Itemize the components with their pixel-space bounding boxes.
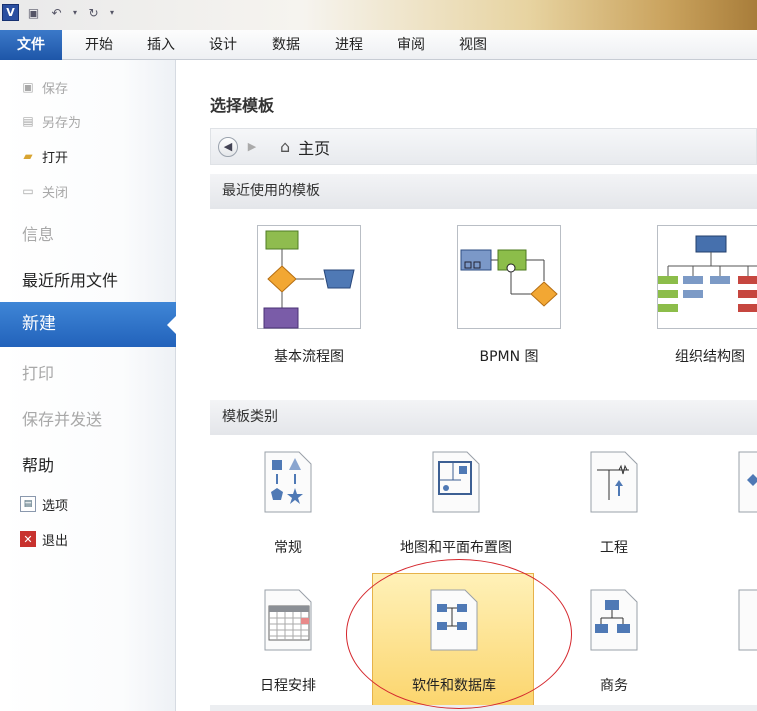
category-general-label: 常规 [274, 540, 302, 556]
category-maps-label: 地图和平面布置图 [400, 540, 512, 556]
bpmn-label: BPMN 图 [479, 349, 539, 365]
options-command[interactable]: ▤ 选项 [20, 493, 68, 515]
home-icon[interactable]: ⌂ [280, 137, 290, 156]
undo-icon[interactable]: ↶ [48, 4, 65, 21]
partial-category-2-icon [738, 589, 757, 651]
engineering-circuit-icon [590, 451, 638, 513]
partial-category-icon [738, 451, 757, 513]
close-file-icon: ▭ [22, 184, 34, 198]
save-as-command[interactable]: ▤ 另存为 [20, 110, 81, 132]
template-categories-header: 模板类别 [210, 400, 757, 435]
general-shapes-icon [264, 451, 312, 513]
gallery-nav-bar: ◀ ▶ ⌂ 主页 [210, 128, 757, 165]
backstage-sidebar: ▣ 保存 ▤ 另存为 ▰ 打开 ▭ 关闭 信息 最近所用文件 新建 打印 保存并… [0, 60, 176, 711]
calendar-icon [264, 589, 312, 651]
save-as-label: 另存为 [42, 115, 82, 131]
print-item[interactable]: 打印 [22, 360, 54, 384]
save-as-icon: ▤ [22, 114, 34, 128]
basic-flowchart-template[interactable] [257, 225, 361, 329]
org-chart-template[interactable] [657, 225, 757, 329]
tab-file[interactable]: 文件 [0, 30, 62, 60]
help-item[interactable]: 帮助 [22, 452, 54, 476]
tab-process[interactable]: 进程 [328, 30, 370, 60]
customize-toolbar-icon[interactable]: ▾ [108, 4, 116, 21]
exit-label: 退出 [42, 533, 69, 549]
category-flowchart-partial[interactable] [737, 450, 757, 514]
open-label: 打开 [42, 150, 69, 166]
category-business-label: 商务 [600, 678, 628, 694]
info-item[interactable]: 信息 [22, 221, 54, 245]
bpmn-thumbnail-icon [460, 249, 558, 307]
folder-open-icon: ▰ [23, 149, 33, 163]
visio-logo-icon[interactable]: V [2, 4, 19, 21]
exit-icon: ✕ [20, 531, 36, 547]
save-icon: ▣ [22, 80, 34, 94]
home-label[interactable]: 主页 [298, 135, 330, 159]
redo-icon[interactable]: ↻ [85, 4, 102, 21]
page-title: 选择模板 [210, 96, 275, 115]
title-bar: V ▣ ↶ ▾ ↻ ▾ [0, 0, 757, 30]
bpmn-template[interactable] [457, 225, 561, 329]
options-icon: ▤ [20, 496, 36, 512]
chevron-down-icon[interactable]: ▾ [71, 4, 79, 21]
tab-review[interactable]: 审阅 [390, 30, 432, 60]
category-business[interactable] [589, 588, 639, 652]
tab-data[interactable]: 数据 [265, 30, 307, 60]
open-command[interactable]: ▰ 打开 [20, 145, 68, 167]
save-label: 保存 [42, 81, 69, 97]
category-schedule-label: 日程安排 [260, 678, 316, 694]
tab-design[interactable]: 设计 [202, 30, 244, 60]
category-engineering-label: 工程 [600, 540, 628, 556]
exit-command[interactable]: ✕ 退出 [20, 528, 68, 550]
tab-view[interactable]: 视图 [452, 30, 494, 60]
options-label: 选项 [42, 498, 69, 514]
category-engineering[interactable] [589, 450, 639, 514]
basic-flowchart-label: 基本流程图 [274, 349, 344, 365]
category-partial-2[interactable] [737, 588, 757, 652]
save-icon[interactable]: ▣ [25, 4, 42, 21]
floor-plan-icon [432, 451, 480, 513]
business-org-icon [590, 589, 638, 651]
close-command[interactable]: ▭ 关闭 [20, 180, 68, 202]
org-chart-thumbnail-icon [658, 235, 757, 312]
save-send-item[interactable]: 保存并发送 [22, 406, 102, 430]
save-command[interactable]: ▣ 保存 [20, 76, 68, 98]
forward-arrow-icon[interactable]: ▶ [242, 137, 262, 157]
new-item[interactable]: 新建 [0, 302, 176, 347]
org-chart-label: 组织结构图 [675, 349, 745, 365]
category-schedule[interactable] [263, 588, 313, 652]
basic-flowchart-thumbnail-icon [263, 230, 355, 329]
tab-home[interactable]: 开始 [78, 30, 120, 60]
tab-insert[interactable]: 插入 [140, 30, 182, 60]
back-arrow-icon[interactable]: ◀ [218, 136, 238, 157]
close-label: 关闭 [42, 185, 69, 201]
category-general[interactable] [263, 450, 313, 514]
ribbon-tab-bar: 文件 开始 插入 设计 数据 进程 审阅 视图 [0, 30, 757, 60]
recent-templates-header: 最近使用的模板 [210, 174, 757, 209]
quick-access-toolbar: V ▣ ↶ ▾ ↻ ▾ [2, 4, 116, 21]
recent-files-item[interactable]: 最近所用文件 [22, 267, 118, 291]
annotation-ellipse [346, 559, 572, 709]
category-maps-floor-plans[interactable] [431, 450, 481, 514]
